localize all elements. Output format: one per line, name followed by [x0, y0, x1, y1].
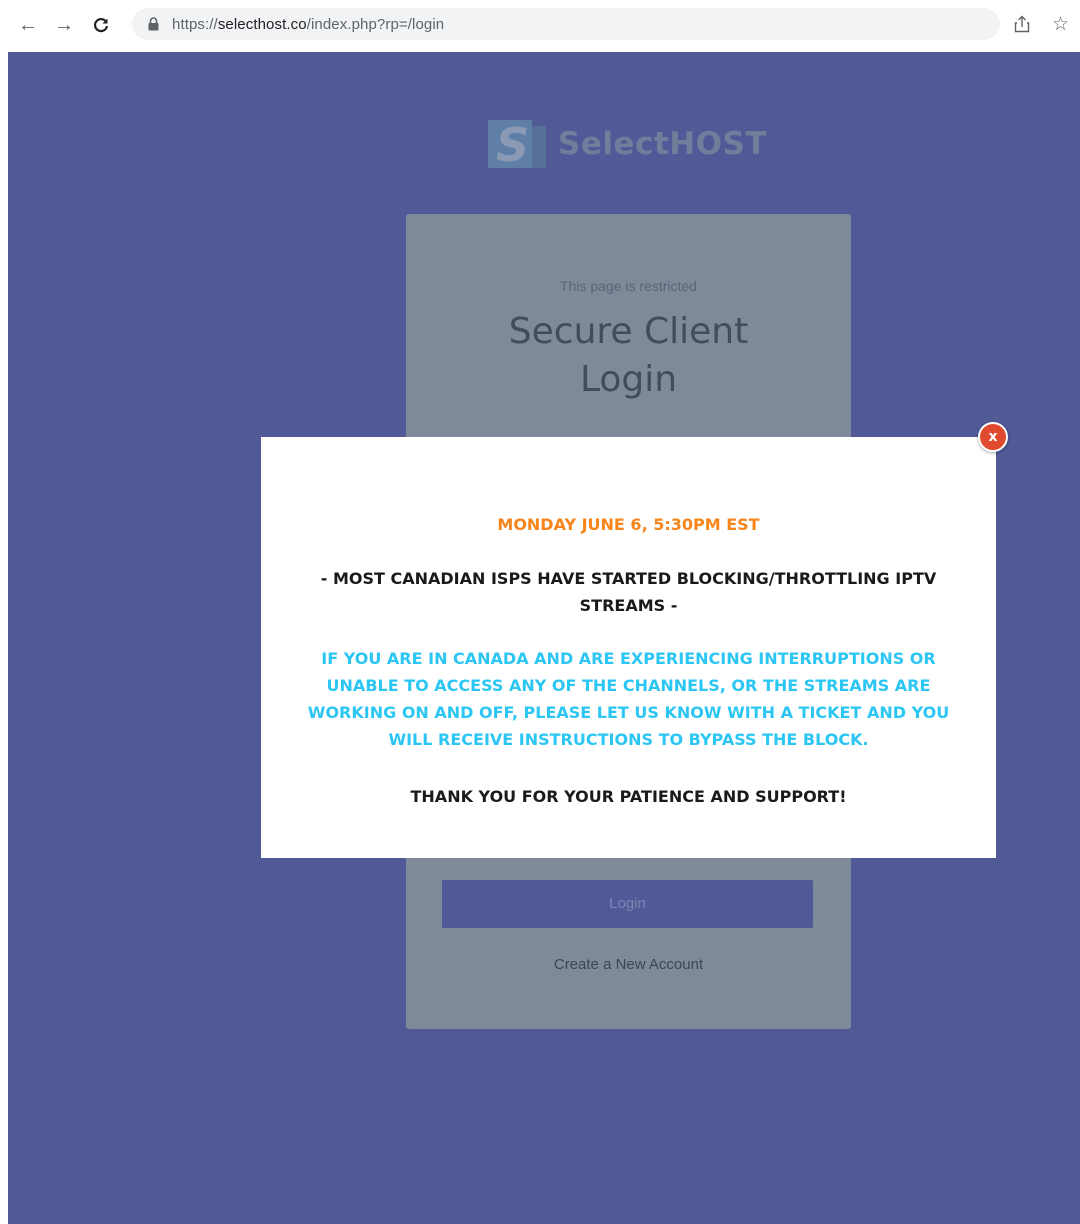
headline-line-2: STREAMS -	[579, 596, 678, 615]
page-viewport: S SelectHOST This page is restricted Sec…	[8, 52, 1080, 1224]
close-icon[interactable]: x	[978, 422, 1008, 452]
headline-line-1: - MOST CANADIAN ISPS HAVE STARTED BLOCKI…	[320, 569, 937, 588]
back-arrow-icon[interactable]: ←	[17, 14, 39, 36]
lock-icon[interactable]	[146, 16, 160, 32]
address-bar[interactable]: https://selecthost.co/index.php?rp=/logi…	[132, 8, 1000, 40]
instructions-line-4: WILL RECEIVE INSTRUCTIONS TO BYPASS THE …	[388, 730, 869, 749]
title-line-1: Secure Client	[508, 311, 749, 352]
reload-icon[interactable]	[90, 14, 112, 36]
announcement-modal: MONDAY JUNE 6, 5:30PM EST - MOST CANADIA…	[261, 437, 996, 858]
create-account-link[interactable]: Create a New Account	[406, 956, 851, 973]
instructions-line-3: WORKING ON AND OFF, PLEASE LET US KNOW W…	[307, 703, 950, 722]
instructions-line-2: UNABLE TO ACCESS ANY OF THE CHANNELS, OR…	[326, 676, 931, 695]
announcement-thanks: THANK YOU FOR YOUR PATIENCE AND SUPPORT!	[410, 787, 847, 806]
logo-text: SelectHOST	[558, 126, 767, 162]
title-line-2: Login	[579, 359, 678, 400]
share-icon[interactable]	[1014, 15, 1034, 37]
star-icon[interactable]: ☆	[1052, 13, 1074, 35]
selecthost-logo[interactable]: S SelectHOST	[488, 118, 788, 170]
forward-arrow-icon[interactable]: →	[53, 14, 75, 36]
browser-toolbar: ← → https://selecthost.co/index.php?rp=/…	[0, 0, 1080, 52]
logo-mark-icon: S	[488, 120, 546, 168]
restricted-notice: This page is restricted	[560, 278, 697, 294]
svg-text:S: S	[496, 120, 529, 168]
announcement-headline: - MOST CANADIAN ISPS HAVE STARTED BLOCKI…	[285, 565, 972, 619]
instructions-line-1: IF YOU ARE IN CANADA AND ARE EXPERIENCIN…	[321, 649, 936, 668]
page-title: Secure Client Login	[406, 308, 851, 404]
announcement-instructions: IF YOU ARE IN CANADA AND ARE EXPERIENCIN…	[285, 645, 972, 753]
url-text: https://selecthost.co/index.php?rp=/logi…	[172, 15, 445, 33]
announcement-date: MONDAY JUNE 6, 5:30PM EST	[497, 515, 760, 534]
login-button[interactable]: Login	[442, 880, 813, 928]
